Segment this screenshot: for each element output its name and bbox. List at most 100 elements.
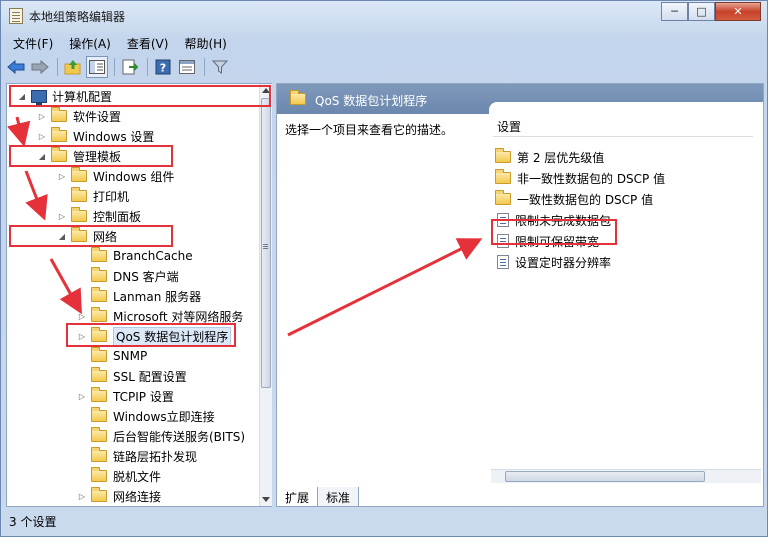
tree-item-label: Windows 设置: [73, 129, 155, 144]
tree-item-link-layer-topology[interactable]: 链路层拓扑发现: [77, 446, 197, 466]
list-item-label: 设置定时器分辨率: [515, 255, 612, 270]
list-item[interactable]: 非一致性数据包的 DSCP 值: [495, 168, 665, 188]
horizontal-scrollbar[interactable]: [491, 469, 761, 483]
expand-icon[interactable]: ▷: [77, 392, 87, 401]
tree-item-ssl-config[interactable]: SSL 配置设置: [77, 366, 187, 386]
scroll-thumb[interactable]: [261, 98, 271, 388]
folder-icon: [290, 90, 306, 105]
settings-list: 设置 第 2 层优先级值 非一致性数据包的 DSCP 值 一致性数据包的 DSC…: [489, 102, 763, 486]
app-window: 本地组策略编辑器 ─ □ ✕ 文件(F) 操作(A) 查看(V) 帮助(H) ?…: [0, 0, 768, 537]
toolbar-separator: [114, 58, 115, 76]
folder-icon: [51, 107, 67, 122]
menu-view[interactable]: 查看(V): [119, 33, 177, 53]
export-list-button[interactable]: [119, 56, 141, 78]
menu-file[interactable]: 文件(F): [5, 33, 61, 53]
tree-item-label: 打印机: [93, 189, 130, 204]
folder-icon: [91, 447, 107, 462]
filter-button[interactable]: [209, 56, 231, 78]
help-button[interactable]: ?: [152, 56, 174, 78]
properties-button[interactable]: [176, 56, 198, 78]
tree-item-label: SSL 配置设置: [113, 369, 187, 384]
tree-item-tcpip-settings[interactable]: ▷ TCPIP 设置: [77, 386, 174, 406]
show-hide-tree-icon: [89, 60, 105, 74]
column-header-setting[interactable]: 设置: [493, 115, 753, 137]
highlight-box-qos: [66, 323, 236, 347]
folder-icon: [91, 407, 107, 422]
tree-item-branchcache[interactable]: BranchCache: [77, 246, 193, 266]
details-pane: QoS 数据包计划程序 选择一个项目来查看它的描述。 设置 第 2 层优先级值 …: [276, 83, 764, 507]
tree-item-printers[interactable]: 打印机: [57, 186, 129, 206]
tree-item-bits[interactable]: 后台智能传送服务(BITS): [77, 426, 245, 446]
folder-icon: [495, 190, 511, 205]
folder-icon: [91, 387, 107, 402]
scroll-grip-icon: [263, 244, 268, 245]
tree-item-label: SNMP: [113, 349, 148, 363]
tree-item-offline-files[interactable]: 脱机文件: [77, 466, 161, 486]
properties-icon: [179, 60, 195, 74]
folder-icon: [91, 347, 107, 362]
tree-item-dns-client[interactable]: DNS 客户端: [77, 266, 179, 286]
tree-item-label: Windows立即连接: [113, 409, 215, 424]
list-item-label: 非一致性数据包的 DSCP 值: [517, 171, 666, 186]
folder-icon: [91, 487, 107, 502]
menu-help[interactable]: 帮助(H): [176, 33, 234, 53]
tree-item-label: 控制面板: [93, 209, 142, 224]
folder-icon: [495, 169, 511, 184]
tree-item-snmp[interactable]: SNMP: [77, 346, 147, 366]
expand-icon[interactable]: ▷: [77, 312, 87, 321]
show-hide-tree-button[interactable]: [86, 56, 108, 78]
expand-icon[interactable]: ▷: [57, 172, 67, 181]
tree-item-windows-settings[interactable]: ▷ Windows 设置: [37, 126, 154, 146]
list-item[interactable]: 第 2 层优先级值: [495, 147, 604, 167]
back-button[interactable]: [5, 56, 27, 78]
description-text: 选择一个项目来查看它的描述。: [285, 123, 454, 137]
tree-item-lanman-server[interactable]: Lanman 服务器: [77, 286, 201, 306]
tree-item-label: TCPIP 设置: [113, 389, 174, 404]
tree-item-windows-components[interactable]: ▷ Windows 组件: [57, 166, 174, 186]
minimize-button[interactable]: ─: [661, 2, 688, 21]
tree-item-label: 后台智能传送服务(BITS): [113, 429, 246, 444]
list-item[interactable]: 一致性数据包的 DSCP 值: [495, 189, 653, 209]
tree-item-label: Windows 组件: [93, 169, 175, 184]
status-text: 3 个设置: [9, 515, 57, 529]
list-item-label: 第 2 层优先级值: [517, 150, 605, 165]
tree-item-network-connections[interactable]: ▷ 网络连接: [77, 486, 161, 506]
tree-item-label: 网络连接: [113, 489, 162, 504]
highlight-box-admin-templates: [9, 145, 173, 167]
menu-bar: 文件(F) 操作(A) 查看(V) 帮助(H): [5, 33, 235, 53]
toolbar: ?: [5, 55, 233, 79]
maximize-button[interactable]: □: [688, 2, 715, 21]
list-item-label: 一致性数据包的 DSCP 值: [517, 192, 654, 207]
up-level-button[interactable]: [62, 56, 84, 78]
svg-text:?: ?: [160, 62, 166, 75]
highlight-box-limit-bandwidth: [491, 219, 617, 245]
expand-icon[interactable]: ▷: [57, 212, 67, 221]
tree-item-control-panel[interactable]: ▷ 控制面板: [57, 206, 141, 226]
window-title: 本地组策略编辑器: [29, 10, 126, 24]
forward-arrow-icon: [31, 60, 49, 74]
expand-icon[interactable]: ▷: [77, 492, 87, 501]
folder-icon: [91, 467, 107, 482]
menu-action[interactable]: 操作(A): [61, 33, 119, 53]
scroll-down-icon[interactable]: [262, 497, 270, 502]
folder-icon: [71, 167, 87, 182]
tree-scrollbar[interactable]: [259, 84, 272, 506]
tree-item-label: Lanman 服务器: [113, 289, 202, 304]
title-bar[interactable]: 本地组策略编辑器 ─ □ ✕: [1, 1, 767, 31]
policy-editor-icon: [9, 8, 23, 24]
close-button[interactable]: ✕: [715, 2, 761, 21]
folder-icon: [51, 127, 67, 142]
tab-standard[interactable]: 标准: [317, 487, 360, 507]
toolbar-separator: [204, 58, 205, 76]
expand-icon[interactable]: ▷: [37, 132, 47, 141]
policy-setting-icon: [497, 255, 509, 269]
toolbar-separator: [57, 58, 58, 76]
tab-extended[interactable]: 扩展: [276, 487, 319, 507]
forward-button[interactable]: [29, 56, 51, 78]
tree-item-windows-connect-now[interactable]: Windows立即连接: [77, 406, 215, 426]
toolbar-separator: [147, 58, 148, 76]
scroll-thumb[interactable]: [505, 471, 705, 482]
tree-item-software-settings[interactable]: ▷ 软件设置: [37, 106, 121, 126]
list-item[interactable]: 设置定时器分辨率: [497, 252, 611, 272]
expand-icon[interactable]: ▷: [37, 112, 47, 121]
